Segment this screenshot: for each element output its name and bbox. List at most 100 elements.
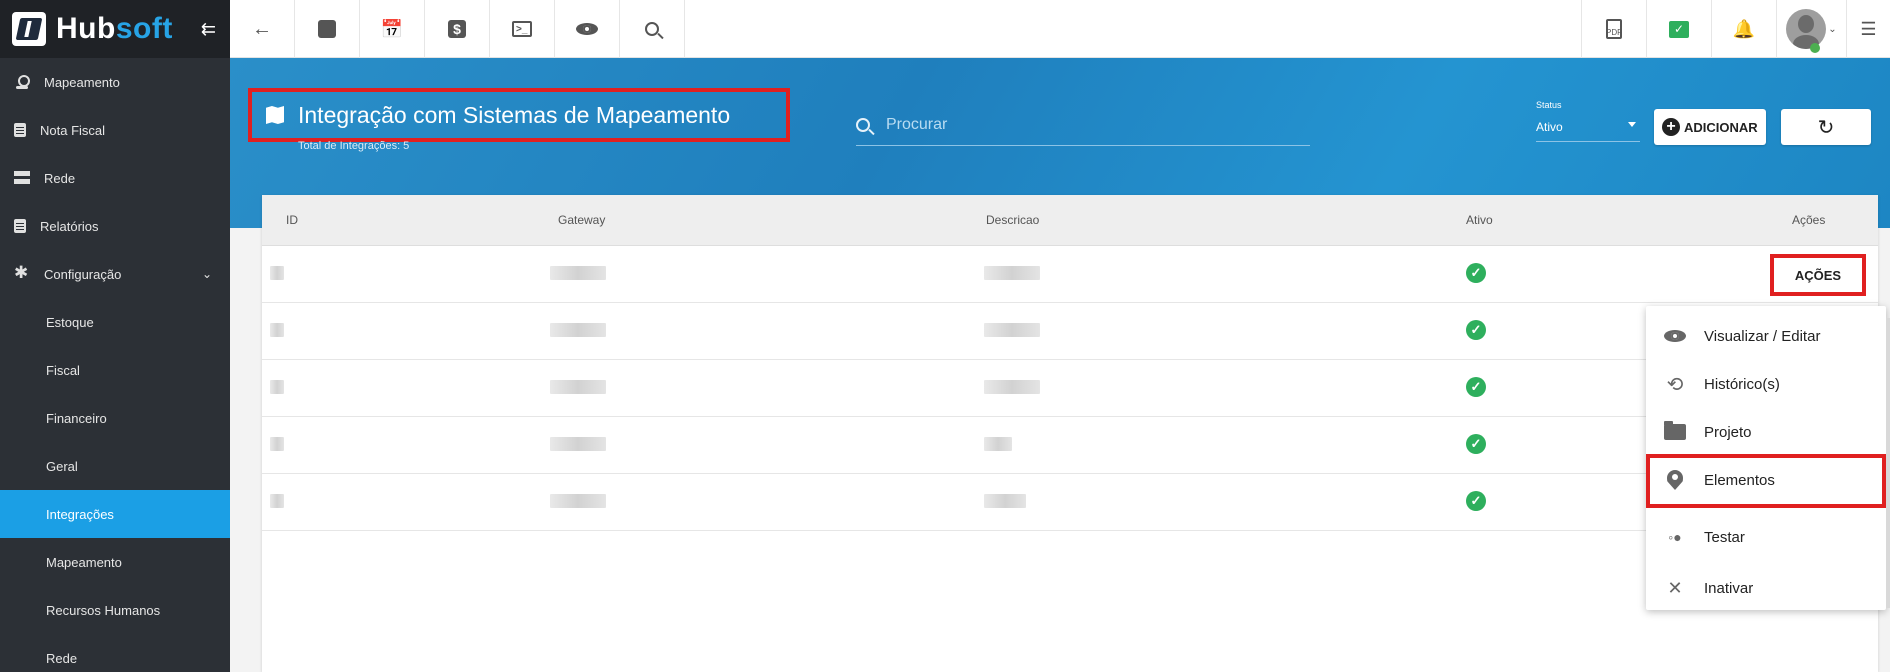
sidebar-subitem-label: Recursos Humanos xyxy=(46,602,161,618)
history-icon: ⟲ xyxy=(1666,373,1684,396)
cell-id-redacted xyxy=(270,266,284,283)
menu-item-projeto[interactable]: Projeto xyxy=(1646,408,1886,456)
network-icon xyxy=(14,170,30,186)
cell-gateway-redacted xyxy=(550,266,606,283)
refresh-button[interactable]: ↻ xyxy=(1781,109,1871,145)
sidebar-subitem-label: Fiscal xyxy=(46,362,80,378)
terminal-button[interactable]: >_ xyxy=(490,0,555,58)
list-menu-button[interactable]: ☰ xyxy=(1846,0,1890,58)
sidebar-item-nota-fiscal[interactable]: Nota Fiscal xyxy=(0,106,230,154)
table-header: ID Gateway Descricao Ativo Ações xyxy=(262,195,1878,246)
avatar xyxy=(1786,9,1827,49)
cell-gateway-redacted xyxy=(550,380,606,397)
sidebar-subitem-estoque[interactable]: Estoque xyxy=(0,298,230,346)
acoes-button[interactable]: AÇÕES xyxy=(1770,254,1866,296)
close-icon: ✕ xyxy=(1667,577,1683,598)
cell-gateway-redacted xyxy=(550,323,606,340)
schedule-button[interactable]: 📅 xyxy=(360,0,425,58)
cell-gateway-redacted xyxy=(550,494,606,511)
menu-item-historico[interactable]: ⟲ Histórico(s) xyxy=(1646,360,1886,408)
cell-descricao-redacted xyxy=(984,380,1040,397)
bell-icon: 🔔 xyxy=(1732,18,1756,39)
sidebar: Hubsoft ⇇ Mapeamento Nota Fiscal Rede Re… xyxy=(0,0,230,672)
sidebar-subitem-label: Financeiro xyxy=(46,410,107,426)
sidebar-subitem-fiscal[interactable]: Fiscal xyxy=(0,346,230,394)
brand[interactable]: Hubsoft ⇇ xyxy=(0,0,230,58)
folder-icon xyxy=(1664,421,1686,443)
active-check-icon: ✓ xyxy=(1466,491,1486,511)
active-check-icon: ✓ xyxy=(1466,434,1486,454)
menu-item-label: Inativar xyxy=(1704,579,1754,597)
cell-gateway-redacted xyxy=(550,437,606,454)
status-select[interactable]: Ativo xyxy=(1536,116,1640,142)
search-icon xyxy=(856,118,870,132)
sidebar-item-configuracao[interactable]: Configuração ⌄ xyxy=(0,250,230,298)
table-row: ✓ xyxy=(262,360,1878,417)
sidebar-subitem-recursos-humanos[interactable]: Recursos Humanos xyxy=(0,586,230,634)
sidebar-item-mapeamento[interactable]: Mapeamento xyxy=(0,58,230,106)
collapse-sidebar-icon[interactable]: ⇇ xyxy=(201,19,216,40)
chevron-down-icon: ⌄ xyxy=(1828,23,1837,35)
back-arrow-icon: ← xyxy=(252,17,272,40)
sidebar-item-label: Nota Fiscal xyxy=(40,122,106,138)
cell-id-redacted xyxy=(270,494,284,511)
sidebar-item-label: Rede xyxy=(44,170,76,186)
sidebar-subitem-mapeamento[interactable]: Mapeamento xyxy=(0,538,230,586)
eye-icon xyxy=(1664,325,1686,347)
sidebar-item-label: Relatórios xyxy=(40,218,99,234)
menu-item-visualizar-editar[interactable]: Visualizar / Editar xyxy=(1646,312,1886,360)
search-button[interactable] xyxy=(620,0,685,58)
table-row: ✓ xyxy=(262,474,1878,531)
cell-descricao-redacted xyxy=(984,323,1040,340)
menu-item-inativar[interactable]: ✕ Inativar xyxy=(1646,564,1886,612)
menu-item-testar[interactable]: ◦● Testar xyxy=(1646,513,1886,561)
contacts-button[interactable] xyxy=(295,0,360,58)
plus-circle-icon: + xyxy=(1662,118,1680,136)
sidebar-item-rede[interactable]: Rede xyxy=(0,154,230,202)
notifications-button[interactable]: 🔔 xyxy=(1711,0,1776,58)
column-header-gateway[interactable]: Gateway xyxy=(558,213,605,227)
sidebar-subitem-label: Rede xyxy=(46,650,78,666)
pdf-button[interactable]: PDF xyxy=(1581,0,1646,58)
hubsoft-logo-icon xyxy=(12,12,46,46)
active-check-icon: ✓ xyxy=(1466,263,1486,283)
brand-name-part2: soft xyxy=(115,12,173,45)
sidebar-subitem-label: Geral xyxy=(46,458,78,474)
cell-descricao-redacted xyxy=(984,437,1012,454)
topbar: ← 📅 $ >_ PDF ✓ 🔔 ⌄ ☰ xyxy=(230,0,1890,58)
sidebar-subitem-geral[interactable]: Geral xyxy=(0,442,230,490)
chat-icon: ✓ xyxy=(1669,20,1689,38)
brand-name-part1: Hub xyxy=(56,12,116,45)
menu-scrollbar[interactable] xyxy=(1886,318,1890,608)
active-check-icon: ✓ xyxy=(1466,377,1486,397)
calendar-clock-icon: 📅 xyxy=(380,18,404,39)
finance-button[interactable]: $ xyxy=(425,0,490,58)
search-input[interactable] xyxy=(886,116,1306,134)
page-subtitle: Total de Integrações: 5 xyxy=(298,140,410,152)
cell-id-redacted xyxy=(270,437,284,454)
status-label: Status xyxy=(1536,100,1562,110)
search-icon xyxy=(645,22,659,36)
elementos-highlight-box xyxy=(1646,454,1886,508)
sidebar-subitem-rede[interactable]: Rede xyxy=(0,634,230,672)
chat-button[interactable]: ✓ xyxy=(1646,0,1711,58)
sidebar-subitem-label: Estoque xyxy=(46,314,94,330)
column-header-descricao[interactable]: Descricao xyxy=(986,213,1039,227)
eye-icon xyxy=(576,23,598,35)
column-header-id[interactable]: ID xyxy=(286,213,298,227)
map-icon xyxy=(266,106,284,124)
pdf-icon: PDF xyxy=(1606,19,1622,39)
map-pin-icon xyxy=(14,74,30,90)
report-icon xyxy=(14,219,26,233)
menu-item-label: Projeto xyxy=(1704,423,1752,441)
back-button[interactable]: ← xyxy=(230,0,295,58)
sidebar-subitem-financeiro[interactable]: Financeiro xyxy=(0,394,230,442)
view-button[interactable] xyxy=(555,0,620,58)
active-check-icon: ✓ xyxy=(1466,320,1486,340)
terminal-icon: >_ xyxy=(512,21,532,37)
cell-descricao-redacted xyxy=(984,494,1026,511)
sidebar-subitem-integracoes[interactable]: Integrações xyxy=(0,490,230,538)
column-header-ativo[interactable]: Ativo xyxy=(1466,213,1493,227)
add-button[interactable]: + ADICIONAR xyxy=(1654,109,1766,145)
sidebar-item-relatorios[interactable]: Relatórios xyxy=(0,202,230,250)
